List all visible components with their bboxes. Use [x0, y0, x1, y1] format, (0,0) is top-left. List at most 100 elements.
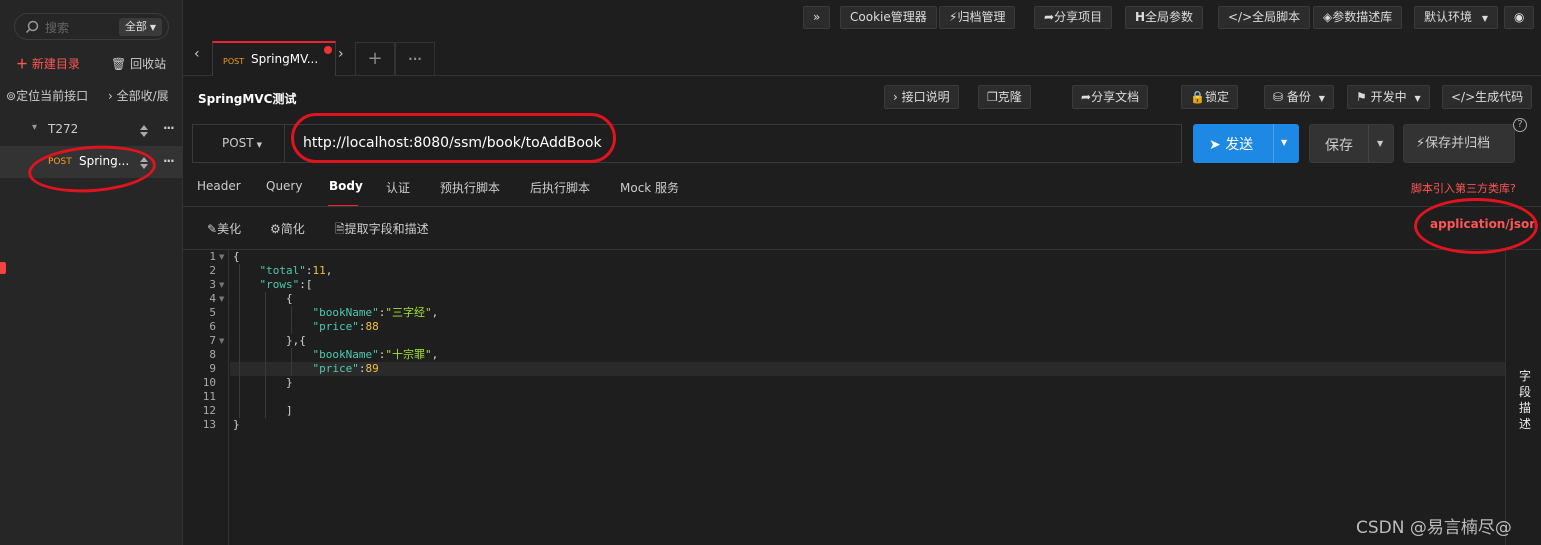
- line-number: 2: [209, 264, 216, 277]
- method-select[interactable]: POST ▼: [193, 125, 285, 162]
- save-archive-button[interactable]: ⚡保存并归档: [1403, 124, 1515, 163]
- editor-gutter: 1 2 3 4 5 6 7 8 9 10 11 12 13 ▼ ▼ ▼ ▼: [183, 250, 229, 545]
- line-number: 4: [209, 292, 216, 305]
- subtab-mock[interactable]: Mock 服务: [620, 179, 679, 196]
- script-library-link[interactable]: 脚本引入第三方类库?: [1411, 180, 1516, 196]
- chevron-down-icon[interactable]: ▼: [1377, 139, 1383, 148]
- flag-icon: ⚑: [1356, 90, 1367, 104]
- global-params-label: 全局参数: [1145, 10, 1194, 24]
- subtab-header[interactable]: Header: [197, 179, 241, 193]
- line-number: 3: [209, 278, 216, 291]
- tab-more-button[interactable]: ···: [395, 42, 435, 76]
- share-project-label: 分享项目: [1054, 10, 1103, 24]
- side-marker: [0, 262, 6, 274]
- eye-button[interactable]: ◉: [1504, 6, 1535, 29]
- code-editor[interactable]: 1 2 3 4 5 6 7 8 9 10 11 12 13 ▼ ▼ ▼ ▼ { …: [183, 250, 1505, 545]
- beautify-label: 美化: [217, 222, 242, 236]
- environment-select[interactable]: 默认环境 ▼: [1414, 6, 1498, 29]
- fold-icon[interactable]: ▼: [219, 334, 224, 348]
- sidebar: 搜索 全部 ▼ ＋ 新建目录 🗑 回收站 ⊚定位当前接口 › 全部收/展 ▾ T2…: [0, 0, 183, 545]
- new-folder-button[interactable]: ＋ 新建目录: [16, 56, 80, 72]
- share-project-button[interactable]: ➦分享项目: [1034, 6, 1113, 29]
- scope-select[interactable]: 全部 ▼: [118, 18, 162, 36]
- sitemap-icon: ⚙: [270, 222, 281, 236]
- archive-manager-button[interactable]: ⚡归档管理: [939, 6, 1016, 29]
- send-label: 发送: [1225, 137, 1254, 153]
- simplify-label: 简化: [280, 222, 305, 236]
- subtab-auth[interactable]: 认证: [386, 179, 410, 196]
- locate-current-button[interactable]: ⊚定位当前接口: [6, 88, 88, 104]
- field-description-panel[interactable]: 字段描述: [1505, 250, 1541, 545]
- fold-icon[interactable]: ▼: [219, 292, 224, 306]
- backup-button[interactable]: ⛁ 备份 ▼: [1264, 85, 1334, 109]
- backup-label: 备份: [1286, 90, 1311, 104]
- send-button[interactable]: ➤ 发送 ▼: [1193, 124, 1299, 163]
- save-button[interactable]: 保存 ▼: [1309, 124, 1394, 163]
- main-panel: » Cookie管理器 ⚡归档管理 ➦分享项目 H全局参数 </>全局脚本 ◈参…: [183, 0, 1541, 545]
- chevron-right-icon: ›: [108, 89, 113, 103]
- share-doc-button[interactable]: ➦分享文档: [1072, 85, 1149, 109]
- more-icon[interactable]: ···: [163, 121, 175, 135]
- annotation-circle-url: [291, 113, 616, 163]
- more-icon[interactable]: ···: [163, 154, 175, 168]
- tree-folder-t272[interactable]: ▾ T272 ···: [0, 120, 182, 140]
- line-number: 9: [209, 362, 216, 375]
- param-library-label: 参数描述库: [1332, 10, 1393, 24]
- code-line: ]: [285, 404, 293, 417]
- tab-next-icon[interactable]: ›: [338, 46, 344, 62]
- search-box[interactable]: 搜索 全部 ▼: [14, 13, 169, 40]
- recycle-bin-button[interactable]: 🗑 回收站: [111, 56, 166, 72]
- lock-icon: 🔒: [1190, 90, 1205, 104]
- chevron-down-icon: ▼: [256, 141, 263, 149]
- line-number: 8: [209, 348, 216, 361]
- wand-icon: ✎: [207, 222, 218, 236]
- global-script-button[interactable]: </>全局脚本: [1218, 6, 1311, 29]
- lock-label: 锁定: [1204, 90, 1229, 104]
- code-line: },{: [285, 334, 306, 347]
- subtab-post-script[interactable]: 后执行脚本: [530, 179, 590, 196]
- gen-code-button[interactable]: </>生成代码: [1442, 85, 1533, 109]
- subtab-pre-script[interactable]: 预执行脚本: [440, 179, 500, 196]
- search-icon: [25, 20, 39, 34]
- fold-icon[interactable]: ▼: [219, 250, 224, 264]
- copy-icon: ❐: [987, 90, 998, 104]
- cookie-manager-button[interactable]: Cookie管理器: [840, 6, 937, 29]
- chevron-right-icon: ›: [893, 90, 898, 104]
- save-archive-label: 保存并归档: [1425, 136, 1491, 151]
- clone-button[interactable]: ❐克隆: [978, 85, 1031, 109]
- tab-prev-icon[interactable]: ‹: [194, 46, 200, 62]
- code-line: {: [285, 292, 293, 305]
- status-button[interactable]: ⚑ 开发中 ▼: [1347, 85, 1430, 109]
- method-label: POST: [222, 136, 254, 150]
- global-params-button[interactable]: H全局参数: [1125, 6, 1204, 29]
- simplify-button[interactable]: ⚙简化: [270, 220, 305, 237]
- share-icon: ➦: [1044, 10, 1055, 24]
- subtab-query[interactable]: Query: [266, 179, 302, 193]
- help-icon[interactable]: ?: [1513, 118, 1527, 132]
- tab-springmvc[interactable]: POST SpringMV...: [212, 41, 336, 76]
- param-library-button[interactable]: ◈参数描述库: [1313, 6, 1403, 29]
- beautify-button[interactable]: ✎美化: [207, 220, 241, 237]
- code-line: "bookName":"三字经",: [312, 306, 439, 319]
- database-icon: ⛁: [1273, 90, 1284, 104]
- collapse-all-button[interactable]: › 全部收/展: [108, 88, 169, 104]
- sort-icon[interactable]: [140, 125, 148, 137]
- location-pin-icon: ⊚: [6, 89, 17, 103]
- extract-fields-label: 提取字段和描述: [344, 222, 429, 236]
- lock-button[interactable]: 🔒锁定: [1181, 85, 1238, 109]
- chevron-down-icon: ▼: [1414, 94, 1421, 103]
- code-line: "total":11,: [259, 264, 333, 277]
- gen-code-label: 生成代码: [1475, 90, 1524, 104]
- line-number: 6: [209, 320, 216, 333]
- extract-fields-button[interactable]: 🗎提取字段和描述: [335, 220, 429, 241]
- add-tab-button[interactable]: +: [355, 42, 395, 76]
- code-line: "price":89: [312, 362, 379, 375]
- archive-manager-label: 归档管理: [957, 10, 1006, 24]
- fold-icon[interactable]: ▼: [219, 278, 224, 292]
- trash-icon: 🗑: [111, 57, 127, 71]
- expand-button[interactable]: »: [803, 6, 831, 29]
- chevron-down-icon[interactable]: ▼: [1281, 138, 1287, 147]
- subtab-body[interactable]: Body: [329, 179, 363, 193]
- code-line: "price":88: [312, 320, 379, 333]
- api-doc-button[interactable]: › 接口说明: [884, 85, 959, 109]
